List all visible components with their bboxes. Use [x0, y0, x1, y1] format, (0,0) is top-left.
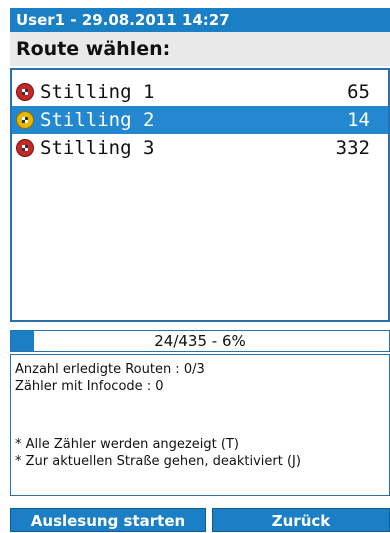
- route-count: 65: [347, 81, 370, 103]
- route-row-2[interactable]: Stilling 2 14: [12, 106, 388, 134]
- infocode-text: Zähler mit Infocode : 0: [15, 379, 164, 394]
- progress-label: 24/435 - 6%: [154, 332, 246, 350]
- route-row-1[interactable]: Stilling 1 65: [12, 78, 388, 106]
- route-list[interactable]: Stilling 1 65 Stilling 2 14 Stilling 3 3…: [10, 68, 390, 322]
- note-current-street: * Zur aktuellen Straße gehen, deaktivier…: [15, 454, 301, 469]
- done-routes-text: Anzahl erledigte Routen : 0/3: [15, 362, 205, 377]
- red-checkered-icon: [16, 83, 34, 101]
- route-count: 14: [347, 109, 370, 131]
- window-title-bar: User1 - 29.08.2011 14:27: [10, 8, 390, 32]
- red-checkered-icon: [16, 139, 34, 157]
- progress-bar: 24/435 - 6%: [10, 330, 390, 352]
- route-count: 332: [335, 137, 370, 159]
- start-reading-button[interactable]: Auslesung starten: [10, 508, 206, 532]
- page-title: Route wählen:: [10, 32, 390, 66]
- yellow-checkered-icon: [16, 111, 34, 129]
- info-panel: Anzahl erledigte Routen : 0/3 Zähler mit…: [10, 354, 390, 496]
- route-name: Stilling 3: [40, 137, 155, 159]
- route-name: Stilling 2: [40, 109, 155, 131]
- back-button[interactable]: Zurück: [212, 508, 390, 532]
- route-name: Stilling 1: [40, 81, 155, 103]
- route-row-3[interactable]: Stilling 3 332: [12, 134, 388, 162]
- note-all-counters: * Alle Zähler werden angezeigt (T): [15, 437, 239, 452]
- window-title: User1 - 29.08.2011 14:27: [16, 11, 230, 29]
